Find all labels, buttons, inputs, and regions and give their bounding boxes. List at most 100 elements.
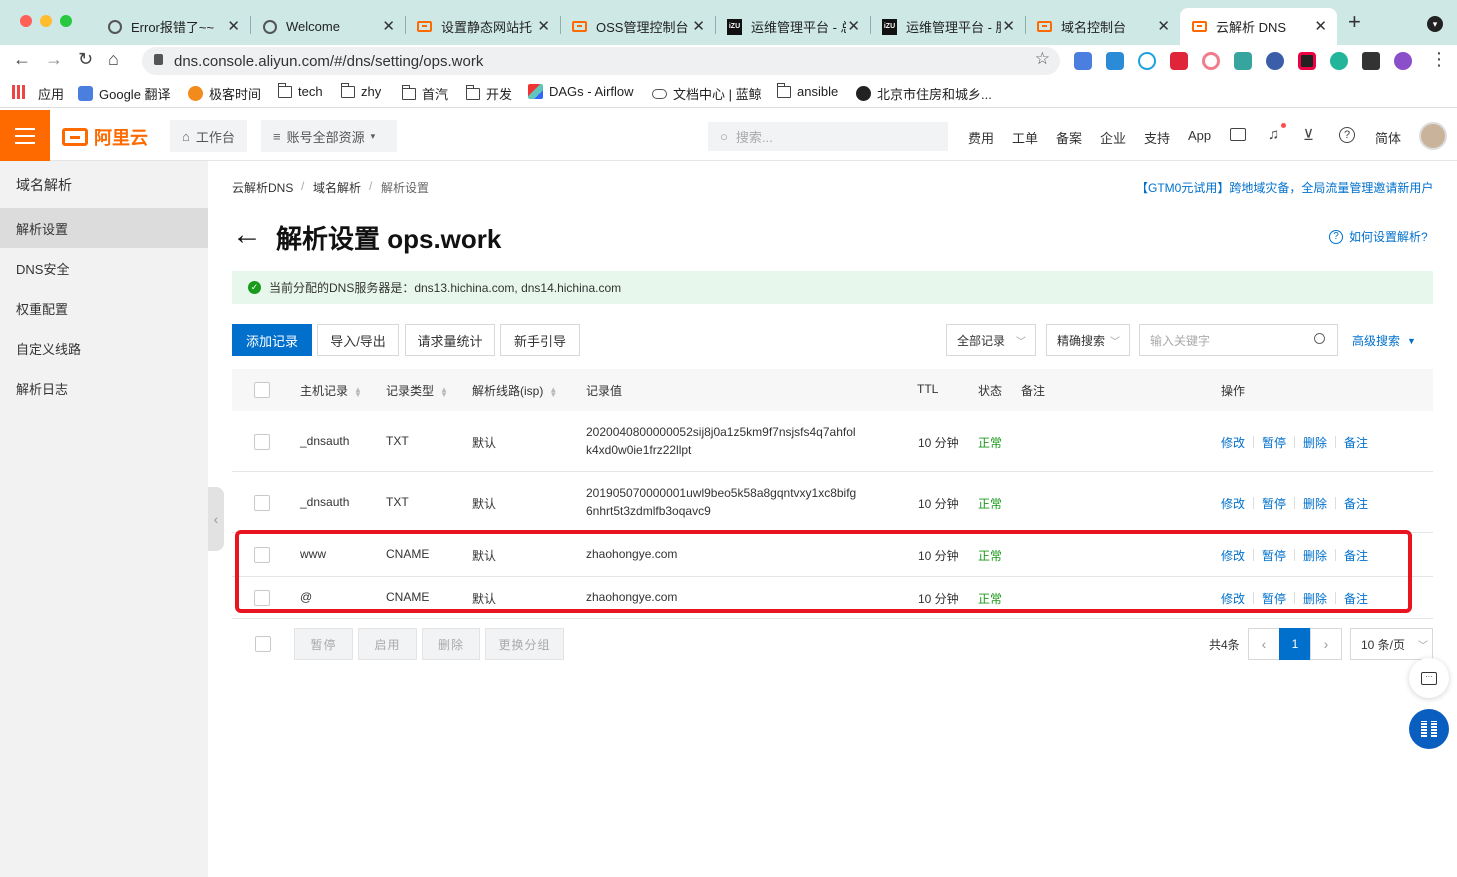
extension-icon[interactable] — [1298, 52, 1316, 70]
back-arrow-icon[interactable]: ← — [232, 218, 262, 252]
avatar[interactable] — [1419, 122, 1447, 150]
minimize-window-button[interactable] — [40, 15, 52, 27]
home-icon[interactable]: ⌂ — [108, 49, 119, 70]
prev-page-button[interactable]: ‹ — [1248, 628, 1280, 660]
bookmark-apps[interactable]: 应用 — [12, 84, 64, 103]
resource-group-select[interactable]: ≡ 账号全部资源 ▾ — [261, 120, 397, 152]
bookmark-item[interactable]: 极客时间 — [188, 84, 261, 103]
header-type[interactable]: 记录类型 ▲ ▼ — [386, 382, 448, 399]
aliyun-logo[interactable]: 阿里云 — [62, 124, 148, 150]
sidebar-item-dns-settings[interactable]: 解析设置 — [0, 208, 208, 248]
select-all-checkbox[interactable] — [254, 382, 270, 398]
bookmark-folder[interactable]: 开发 — [465, 84, 512, 103]
request-stats-button[interactable]: 请求量统计 — [405, 324, 495, 356]
tab-search-icon[interactable]: ▾ — [1427, 16, 1443, 32]
close-icon[interactable]: ✕ — [227, 19, 240, 34]
extension-icon[interactable] — [1202, 52, 1220, 70]
terminal-icon[interactable] — [1230, 128, 1246, 141]
help-link[interactable]: ? 如何设置解析? — [1329, 228, 1428, 245]
header-host[interactable]: 主机记录 ▲ ▼ — [300, 382, 362, 399]
nav-link-icp[interactable]: 备案 — [1056, 128, 1082, 147]
browser-tab[interactable]: Welcome ✕ — [250, 8, 405, 45]
reload-icon[interactable]: ↻ — [78, 49, 93, 70]
puzzle-icon[interactable] — [1362, 52, 1380, 70]
remark-link[interactable]: 备注 — [1344, 434, 1368, 451]
nav-link-app[interactable]: App — [1188, 128, 1211, 143]
star-icon[interactable]: ☆ — [1035, 49, 1050, 69]
remark-link[interactable]: 备注 — [1344, 495, 1368, 512]
extension-icon[interactable] — [1138, 52, 1156, 70]
browser-tab[interactable]: OSS管理控制台 ✕ — [560, 8, 715, 45]
close-icon[interactable]: ✕ — [692, 19, 705, 34]
bookmark-item[interactable]: 北京市住房和城乡... — [856, 84, 992, 103]
sidebar-collapse-handle[interactable]: ‹ — [208, 487, 224, 551]
footer-select-all-checkbox[interactable] — [255, 636, 271, 652]
breadcrumb-item[interactable]: 域名解析 — [313, 179, 361, 196]
bookmark-folder[interactable]: tech — [277, 82, 323, 99]
promo-link[interactable]: 【GTM0元试用】跨地域灾备，全局流量管理邀请新用户 — [1136, 179, 1434, 196]
bulk-delete-button[interactable]: 删除 — [422, 628, 480, 660]
workbench-button[interactable]: ⌂ 工作台 — [170, 120, 247, 152]
extension-icon[interactable] — [1234, 52, 1252, 70]
bookmark-folder[interactable]: ansible — [776, 82, 838, 99]
edit-link[interactable]: 修改 — [1221, 495, 1245, 512]
sidebar-item-custom-line[interactable]: 自定义线路 — [0, 328, 208, 368]
guide-button[interactable]: 新手引导 — [500, 324, 580, 356]
bulk-enable-button[interactable]: 启用 — [358, 628, 417, 660]
browser-tab-active[interactable]: 云解析 DNS ✕ — [1180, 8, 1337, 45]
cart-icon[interactable]: ⊻ — [1303, 126, 1314, 144]
add-record-button[interactable]: 添加记录 — [232, 324, 312, 356]
page-size-select[interactable]: 10 条/页 ﹀ — [1350, 628, 1433, 660]
sidebar-item-logs[interactable]: 解析日志 — [0, 368, 208, 408]
maximize-window-button[interactable] — [60, 15, 72, 27]
nav-link-enterprise[interactable]: 企业 — [1100, 128, 1126, 147]
more-menu-icon[interactable]: ⋮ — [1430, 49, 1448, 70]
import-export-button[interactable]: 导入/导出 — [317, 324, 399, 356]
menu-icon[interactable] — [0, 110, 50, 161]
new-tab-button[interactable]: + — [1348, 11, 1361, 33]
back-icon[interactable]: ← — [13, 49, 31, 70]
keyword-search-input[interactable]: 输入关键字 — [1139, 324, 1338, 356]
extension-icon[interactable] — [1330, 52, 1348, 70]
page-number-current[interactable]: 1 — [1279, 628, 1311, 660]
close-icon[interactable]: ✕ — [382, 19, 395, 34]
browser-tab[interactable]: 设置静态网站托管 ✕ — [405, 8, 560, 45]
next-page-button[interactable]: › — [1310, 628, 1342, 660]
row-checkbox[interactable] — [254, 434, 270, 450]
header-line[interactable]: 解析线路(isp) ▲ ▼ — [472, 382, 557, 399]
nav-link-ticket[interactable]: 工单 — [1012, 128, 1038, 147]
row-checkbox[interactable] — [254, 495, 270, 511]
breadcrumb-item[interactable]: 云解析DNS — [232, 179, 293, 196]
bookmark-folder[interactable]: 首汽 — [401, 84, 448, 103]
pause-link[interactable]: 暂停 — [1262, 495, 1286, 512]
delete-link[interactable]: 删除 — [1303, 434, 1327, 451]
close-icon[interactable]: ✕ — [1157, 19, 1170, 34]
close-icon[interactable]: ✕ — [847, 19, 860, 34]
search-icon[interactable] — [1314, 333, 1325, 344]
extension-icon[interactable] — [1106, 52, 1124, 70]
nav-link-support[interactable]: 支持 — [1144, 128, 1170, 147]
close-icon[interactable]: ✕ — [1314, 19, 1327, 34]
browser-tab[interactable]: 域名控制台 ✕ — [1025, 8, 1180, 45]
sidebar-item-weight[interactable]: 权重配置 — [0, 288, 208, 328]
nav-link-billing[interactable]: 费用 — [968, 128, 994, 147]
feedback-button[interactable]: ··· — [1409, 658, 1449, 698]
bookmark-item[interactable]: 文档中心 | 蓝鲸 — [652, 84, 762, 103]
pause-link[interactable]: 暂停 — [1262, 434, 1286, 451]
bookmark-item[interactable]: Google 翻译 — [78, 84, 171, 103]
close-icon[interactable]: ✕ — [1002, 19, 1015, 34]
bulk-pause-button[interactable]: 暂停 — [294, 628, 353, 660]
advanced-search-link[interactable]: 高级搜索 ▼ — [1352, 332, 1416, 349]
translate-extension-icon[interactable] — [1074, 52, 1092, 70]
bookmark-item[interactable]: DAGs - Airflow — [528, 84, 634, 99]
extension-icon[interactable] — [1170, 52, 1188, 70]
delete-link[interactable]: 删除 — [1303, 495, 1327, 512]
browser-tab[interactable]: Error报错了~~ ✕ — [95, 8, 250, 45]
browser-tab[interactable]: iZU 运维管理平台 - 总 ✕ — [715, 8, 870, 45]
edit-link[interactable]: 修改 — [1221, 434, 1245, 451]
browser-tab[interactable]: iZU 运维管理平台 - 服 ✕ — [870, 8, 1025, 45]
bell-icon[interactable]: ♫ — [1268, 126, 1279, 143]
record-filter-select[interactable]: 全部记录 ﹀ — [946, 324, 1036, 356]
apps-float-button[interactable] — [1409, 709, 1449, 749]
sidebar-item-dns-security[interactable]: DNS安全 — [0, 248, 208, 288]
